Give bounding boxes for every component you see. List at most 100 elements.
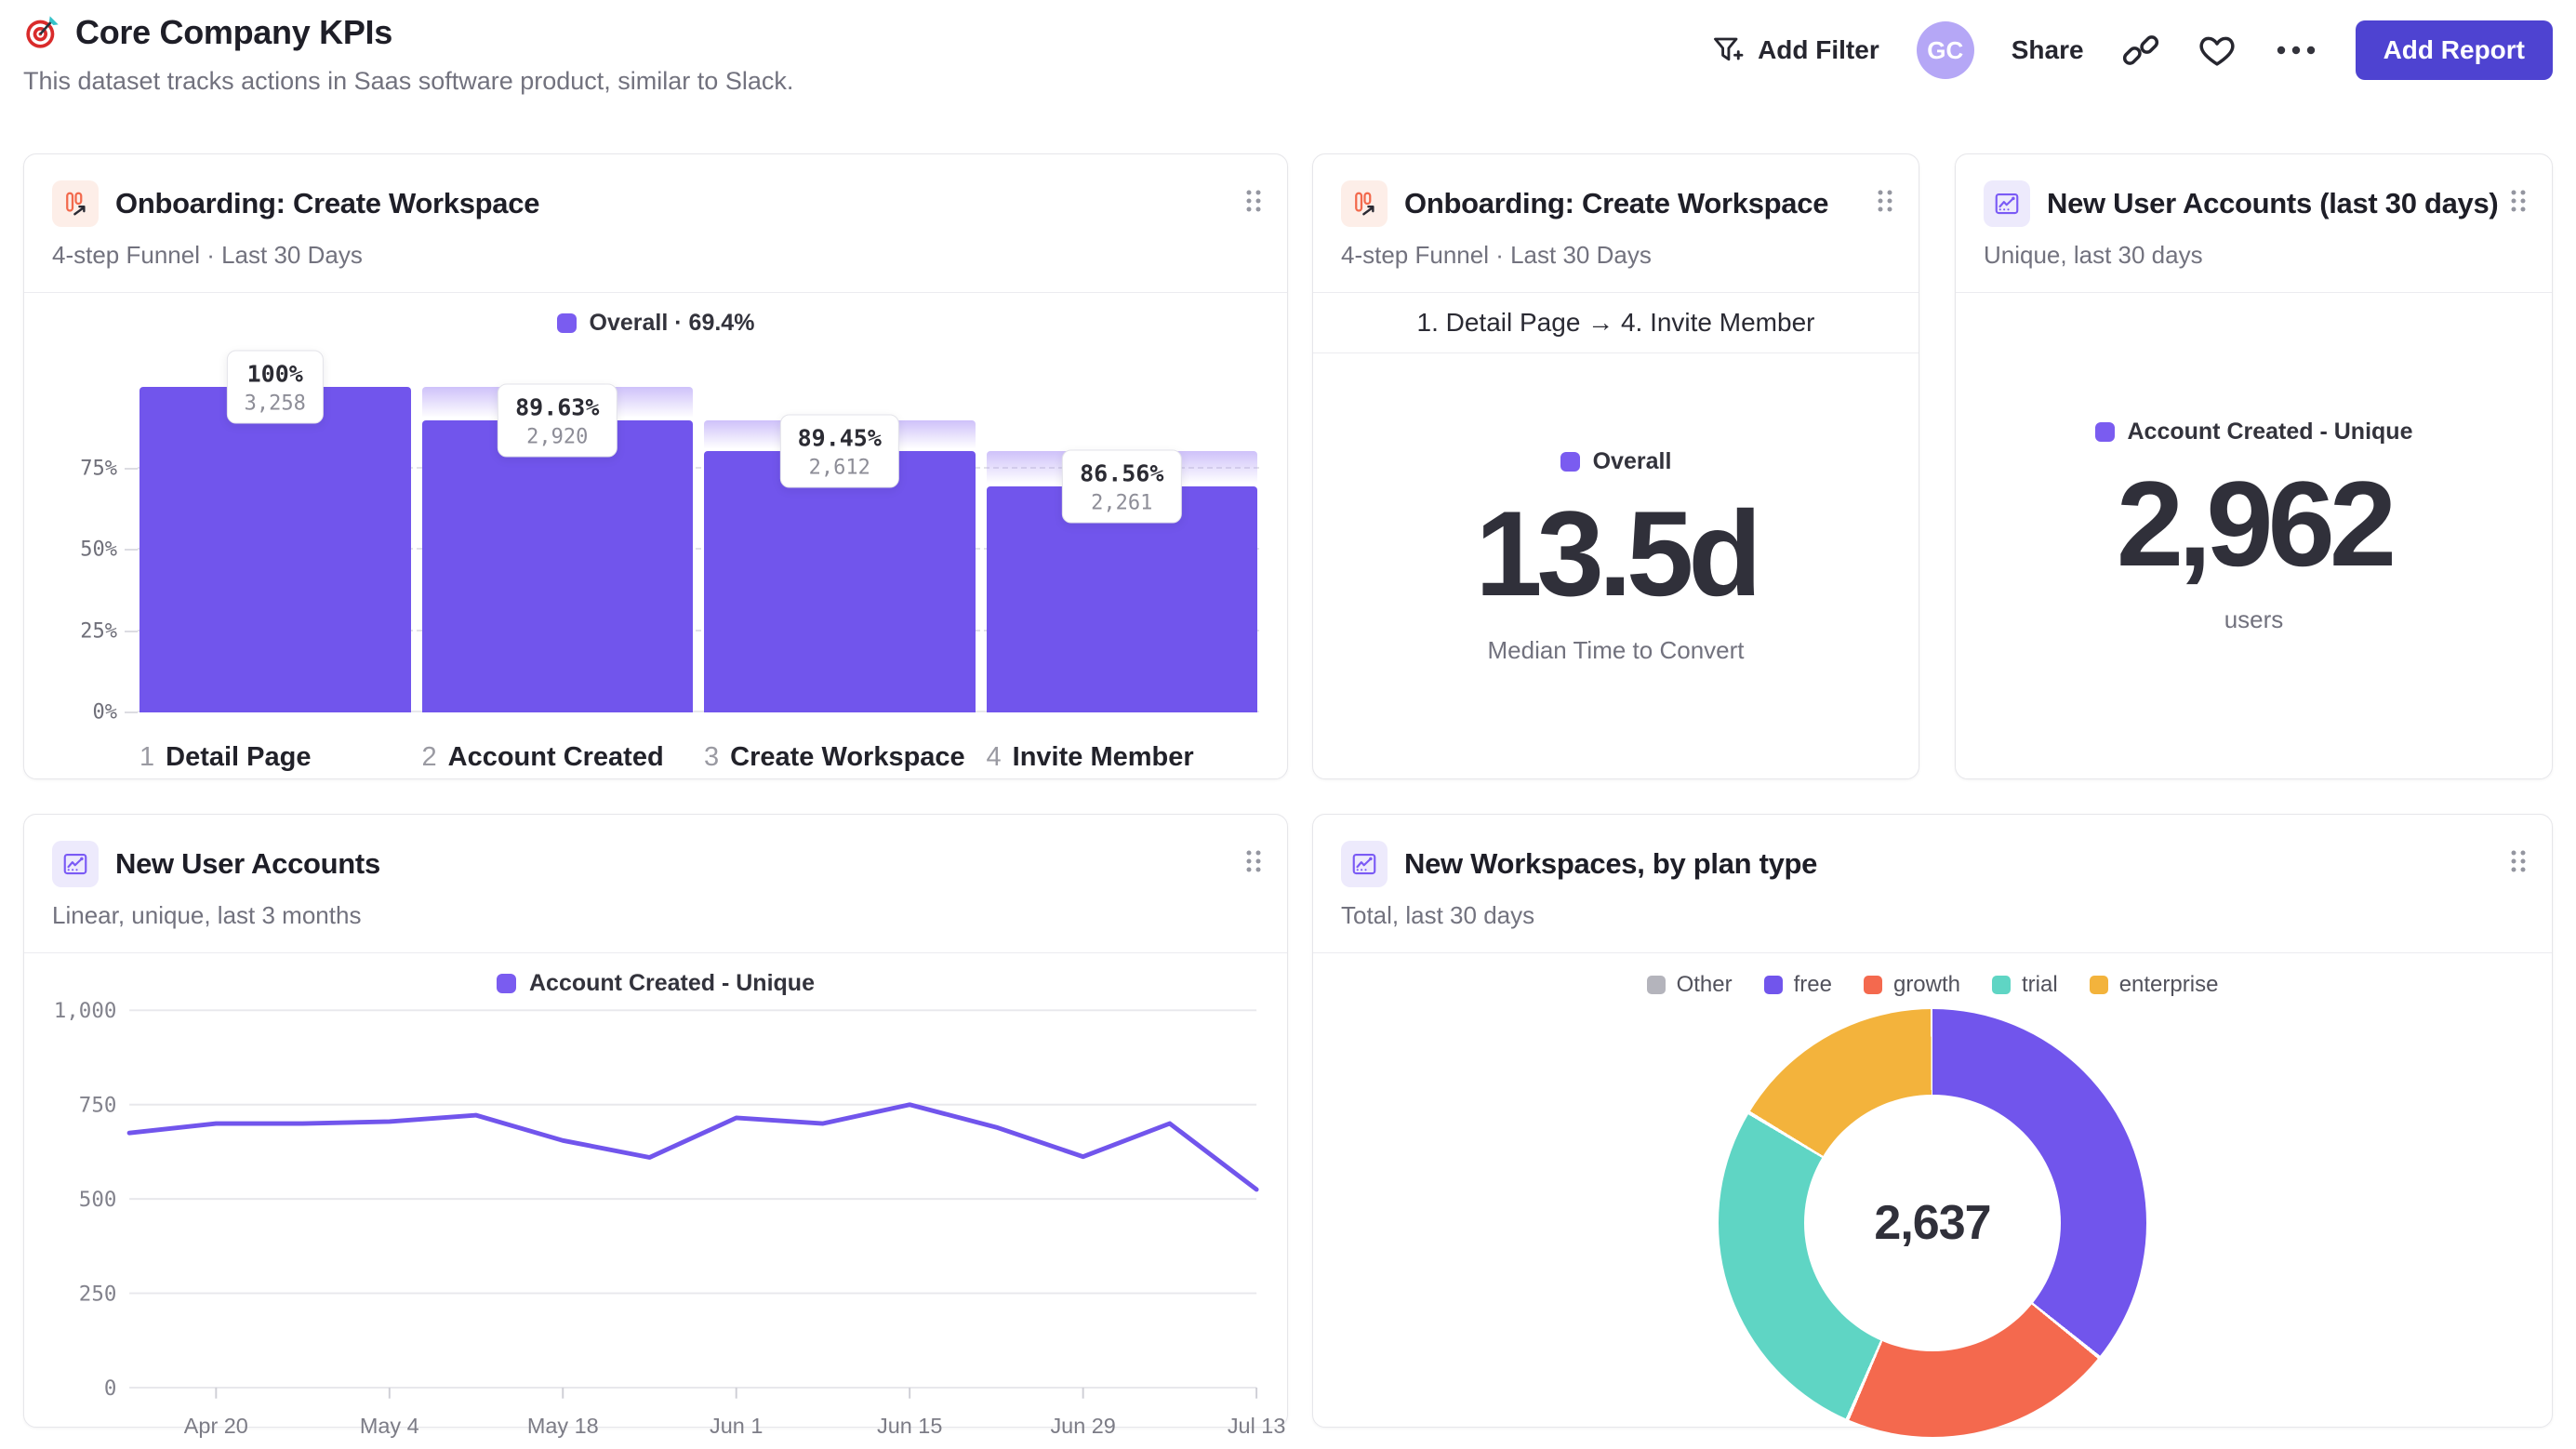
page-header: Core Company KPIs This dataset tracks ac… (23, 13, 2553, 96)
card-subtitle: Linear, unique, last 3 months (52, 901, 362, 929)
step-count: 2,612 (808, 456, 870, 480)
legend-swatch (1560, 452, 1580, 472)
x-tick-label: May 4 (360, 1414, 419, 1438)
step-number: 3 (704, 742, 720, 772)
add-report-button[interactable]: Add Report (2355, 20, 2553, 80)
x-tick-label: Jun 15 (877, 1414, 942, 1438)
legend-label: Other (1676, 972, 1733, 997)
legend-label: enterprise (2118, 972, 2219, 997)
y-tick (125, 549, 138, 551)
y-tick (125, 711, 138, 713)
avatar[interactable]: GC (1916, 21, 1974, 79)
legend-swatch (497, 974, 516, 993)
funnel-step-label: 1 Detail Page (139, 742, 411, 773)
card-title[interactable]: New Workspaces, by plan type (1404, 847, 1817, 881)
card-subtitle: Total, last 30 days (1341, 901, 1535, 929)
step-conversion-pct: 89.63% (515, 393, 600, 421)
funnel-value-label: 89.45% 2,612 (779, 414, 899, 488)
metric-caption: Median Time to Convert (1487, 635, 1745, 664)
legend-label: Overall (1592, 448, 1672, 475)
legend-label: free (1793, 972, 1832, 997)
funnel-value-label: 100% 3,258 (226, 350, 324, 424)
legend-item[interactable]: Overall · 69.4% (24, 293, 1287, 344)
x-tick-label: May 18 (527, 1414, 599, 1438)
share-button[interactable]: Share (2012, 35, 2084, 65)
donut-center-value: 2,637 (1874, 1196, 1991, 1250)
step-count: 2,920 (526, 425, 589, 449)
legend-swatch (1763, 976, 1783, 994)
legend-label: Account Created - Unique (529, 970, 815, 996)
donut-chart[interactable]: 2,637 (1313, 1002, 2552, 1437)
funnel-x-axis: 1 Detail Page 2 Account Created 3 Create Work… (138, 742, 1259, 773)
step-name: Create Workspace (730, 742, 965, 772)
step-count: 3,258 (244, 392, 306, 416)
donut-ring[interactable]: 2,637 (1719, 1009, 2146, 1437)
step-name: Detail Page (166, 742, 312, 772)
legend-item-trial[interactable]: trial (1992, 972, 2058, 998)
pie-legend: Other free growth trial enterprise (1313, 953, 2552, 1002)
legend-swatch (556, 313, 577, 333)
drag-handle-icon[interactable] (1244, 188, 1263, 219)
add-filter-button[interactable]: Add Filter (1711, 33, 1879, 67)
y-tick-label: 250 (79, 1282, 117, 1306)
funnel-step-label: 2 Account Created (422, 742, 694, 773)
legend-item[interactable]: Account Created - Unique (24, 953, 1287, 1004)
card-subtitle: Unique, last 30 days (1984, 241, 2203, 269)
line-chart-icon (1984, 180, 2030, 227)
funnel-chart[interactable]: 0% 25% 50% 75% 100% 3,258 89.63% 2,920 89.45% 2,… (24, 350, 1287, 773)
legend-swatch (2094, 421, 2115, 442)
funnel-bar[interactable] (139, 387, 411, 712)
line-chart[interactable]: 0 250 500 750 1,000 Apr 20 May 4 May 18 Jun 1 Jun… (24, 999, 1287, 1440)
legend-item-other[interactable]: Other (1646, 972, 1733, 998)
card-title[interactable]: Onboarding: Create Workspace (1404, 187, 1828, 220)
drag-handle-icon[interactable] (2509, 848, 2528, 879)
donut-hole: 2,637 (1804, 1095, 2061, 1351)
copy-link-button[interactable] (2121, 31, 2160, 70)
card-subtitle: 4-step Funnel · Last 30 Days (1341, 241, 1652, 269)
step-number: 2 (421, 742, 437, 772)
drag-handle-icon[interactable] (1244, 848, 1263, 879)
funnel-bars: 100% 3,258 89.63% 2,920 89.45% 2,612 86.56% 2,2… (138, 350, 1259, 712)
card-new-workspaces-by-plan: New Workspaces, by plan type Total, last… (1312, 814, 2553, 1437)
funnel-value-label: 86.56% 2,261 (1062, 449, 1182, 524)
legend-item[interactable]: Account Created - Unique (2094, 418, 2413, 451)
drag-handle-icon[interactable] (2509, 188, 2528, 219)
card-title[interactable]: New User Accounts (115, 847, 380, 881)
line-chart-svg[interactable]: 0 250 500 750 1,000 Apr 20 May 4 May 18 Jun 1 Jun… (52, 999, 1286, 1440)
funnel-bar-step-3[interactable]: 89.45% 2,612 (704, 387, 976, 712)
legend-item-free[interactable]: free (1763, 972, 1832, 998)
page-header-actions: Add Filter GC Share Add Report (1711, 20, 2553, 80)
legend-label: Account Created - Unique (2127, 418, 2413, 445)
funnel-bar-step-2[interactable]: 89.63% 2,920 (421, 383, 693, 712)
y-tick (125, 467, 138, 470)
card-header: New Workspaces, by plan type Total, last… (1313, 815, 2552, 953)
y-tick-label: 50% (80, 538, 117, 562)
legend-label: growth (1892, 972, 1961, 997)
line-chart-icon (52, 841, 99, 887)
metric-block: Account Created - Unique 2,962 users (1956, 293, 2552, 778)
funnel-bar-step-1[interactable]: 100% 3,258 (139, 350, 411, 712)
favorite-button[interactable] (2198, 31, 2237, 70)
drag-handle-icon[interactable] (1876, 188, 1894, 219)
legend-swatch (1992, 976, 2012, 994)
y-tick-label: 500 (79, 1188, 117, 1212)
x-tick-label: Jun 1 (710, 1414, 763, 1438)
card-title[interactable]: Onboarding: Create Workspace (115, 187, 539, 220)
legend-swatch (1646, 976, 1666, 994)
ellipsis-icon (2274, 45, 2318, 56)
funnel-bar-step-4[interactable]: 86.56% 2,261 (986, 387, 1257, 712)
card-title[interactable]: New User Accounts (last 30 days) (2047, 187, 2499, 220)
legend-item-growth[interactable]: growth (1863, 972, 1961, 998)
more-button[interactable] (2274, 45, 2318, 56)
funnel-bar[interactable] (704, 451, 976, 712)
funnel-y-axis: 0% 25% 50% 75% (48, 387, 138, 724)
funnel-step-label: 4 Invite Member (987, 742, 1258, 773)
legend-item[interactable]: Overall (1560, 448, 1672, 481)
x-tick-label: Apr 20 (184, 1414, 248, 1438)
funnel-bar[interactable] (421, 420, 693, 712)
line-series[interactable] (126, 1102, 1259, 1192)
funnel-chart-icon (52, 180, 99, 227)
funnel-plot[interactable]: 100% 3,258 89.63% 2,920 89.45% 2,612 86.56% 2,2… (138, 350, 1259, 712)
card-header: New User Accounts (last 30 days) Unique,… (1956, 154, 2552, 293)
legend-item-enterprise[interactable]: enterprise (2089, 972, 2219, 998)
